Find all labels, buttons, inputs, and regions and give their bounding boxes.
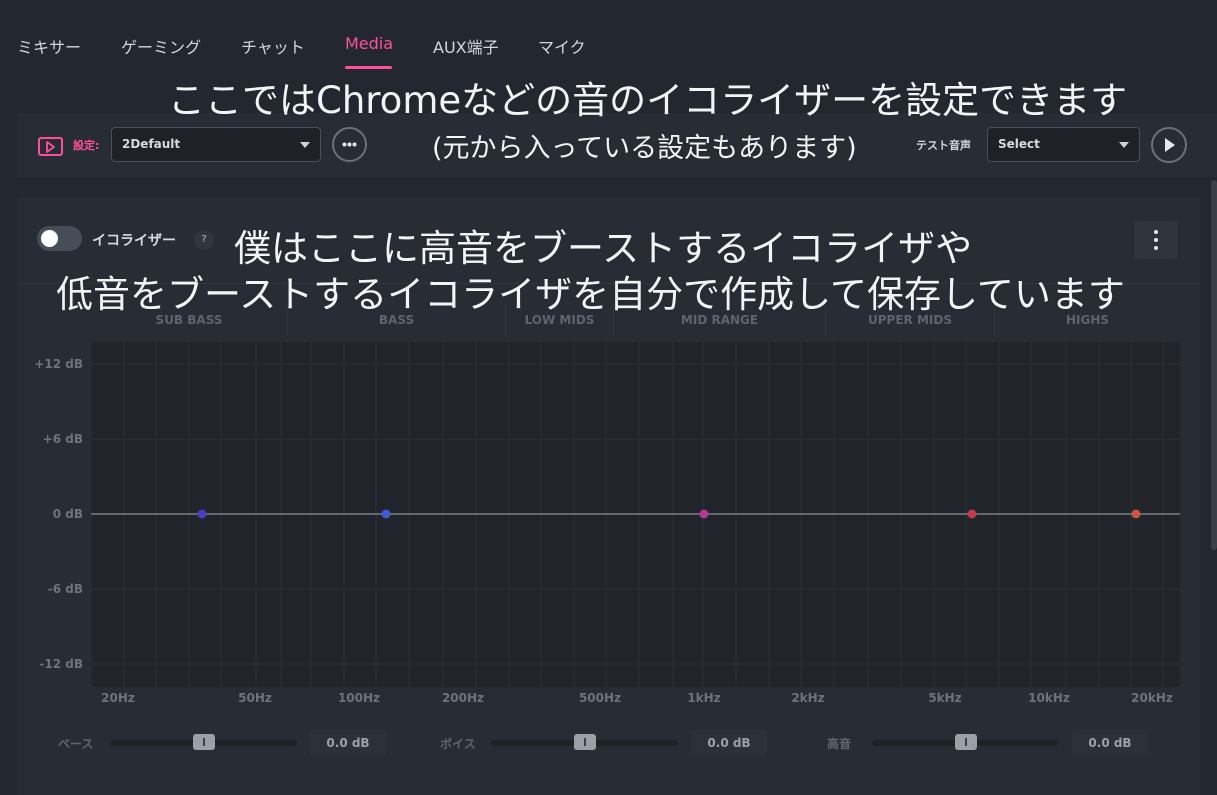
hz-tick-label: 50Hz [238,691,272,705]
db-tick-label: -6 dB [47,582,83,596]
eq-curve-chart[interactable] [90,342,1180,687]
hz-tick-label: 10kHz [1028,691,1070,705]
hz-tick-label: 100Hz [337,691,381,705]
equalizer-toggle[interactable] [37,226,82,251]
test-sound-select[interactable]: Select [987,127,1140,162]
treble-value[interactable]: 0.0 dB [1072,730,1148,756]
bass-slider-label: ベース [58,737,94,751]
treble-slider-label: 高音 [827,737,852,751]
chevron-down-icon [300,142,310,148]
eq-control-point[interactable] [1131,509,1141,519]
tab-aux[interactable]: AUX端子 [433,34,499,58]
eq-control-point[interactable] [967,509,977,519]
db-tick-label: -12 dB [39,657,83,671]
voice-slider-label: ボイス [440,737,476,751]
scrollbar[interactable] [1211,180,1217,550]
chevron-down-icon [1119,142,1129,148]
test-sound-label: テスト音声 [916,139,971,152]
db-tick-label: 0 dB [52,507,83,521]
play-icon [1165,138,1175,152]
slider-handle[interactable] [955,734,977,750]
annotation-line-2: (元から入っている設定もあります) [432,133,857,164]
voice-value[interactable]: 0.0 dB [691,730,767,756]
tab-mixer[interactable]: ミキサー [17,34,81,58]
eq-control-point[interactable] [197,509,207,519]
tab-bar: ミキサー ゲーミング チャット Media AUX端子 マイク [0,0,1217,70]
bass-value[interactable]: 0.0 dB [310,730,386,756]
active-tab-indicator [345,66,392,69]
db-tick-label: +12 dB [34,357,83,371]
eq-control-point[interactable] [381,509,391,519]
annotation-line-1: ここではChromeなどの音のイコライザーを設定できます [168,79,1128,122]
test-sound-select-value: Select [998,137,1040,151]
test-sound-play-button[interactable] [1151,127,1187,163]
preset-label: 設定: [73,139,100,152]
hz-tick-label: 500Hz [578,691,622,705]
hz-tick-label: 20Hz [101,691,135,705]
equalizer-menu-button[interactable] [1134,221,1178,259]
treble-slider[interactable] [872,734,1059,750]
toggle-knob [41,230,58,247]
kebab-dot [1154,246,1158,250]
hz-tick-label: 2kHz [791,691,825,705]
preset-more-button[interactable] [332,127,367,162]
help-icon[interactable]: ? [194,230,214,250]
hz-tick-label: 200Hz [441,691,485,705]
db-tick-label: +6 dB [42,432,83,446]
tab-chat[interactable]: チャット [241,34,305,58]
eq-control-point[interactable] [699,509,709,519]
media-play-icon [38,137,63,156]
kebab-dot [1154,230,1158,234]
slider-handle[interactable] [574,734,596,750]
hz-tick-label: 1kHz [687,691,721,705]
voice-slider[interactable] [491,734,678,750]
annotation-line-4: 低音をブーストするイコライザを自分で作成して保存しています [56,273,1125,316]
equalizer-label: イコライザー [92,233,176,249]
hz-tick-label: 5kHz [928,691,962,705]
tab-mic[interactable]: マイク [538,34,586,58]
hz-tick-label: 20kHz [1131,691,1173,705]
tab-media[interactable]: Media [345,34,393,53]
preset-select-value: 2Default [122,137,181,151]
eq-graph[interactable] [90,342,1180,687]
kebab-dot [1154,238,1158,242]
slider-handle[interactable] [193,734,215,750]
tab-gaming[interactable]: ゲーミング [121,34,201,58]
more-horizontal-icon [342,142,357,147]
bass-slider[interactable] [110,734,297,750]
preset-select[interactable]: 2Default [111,127,321,162]
